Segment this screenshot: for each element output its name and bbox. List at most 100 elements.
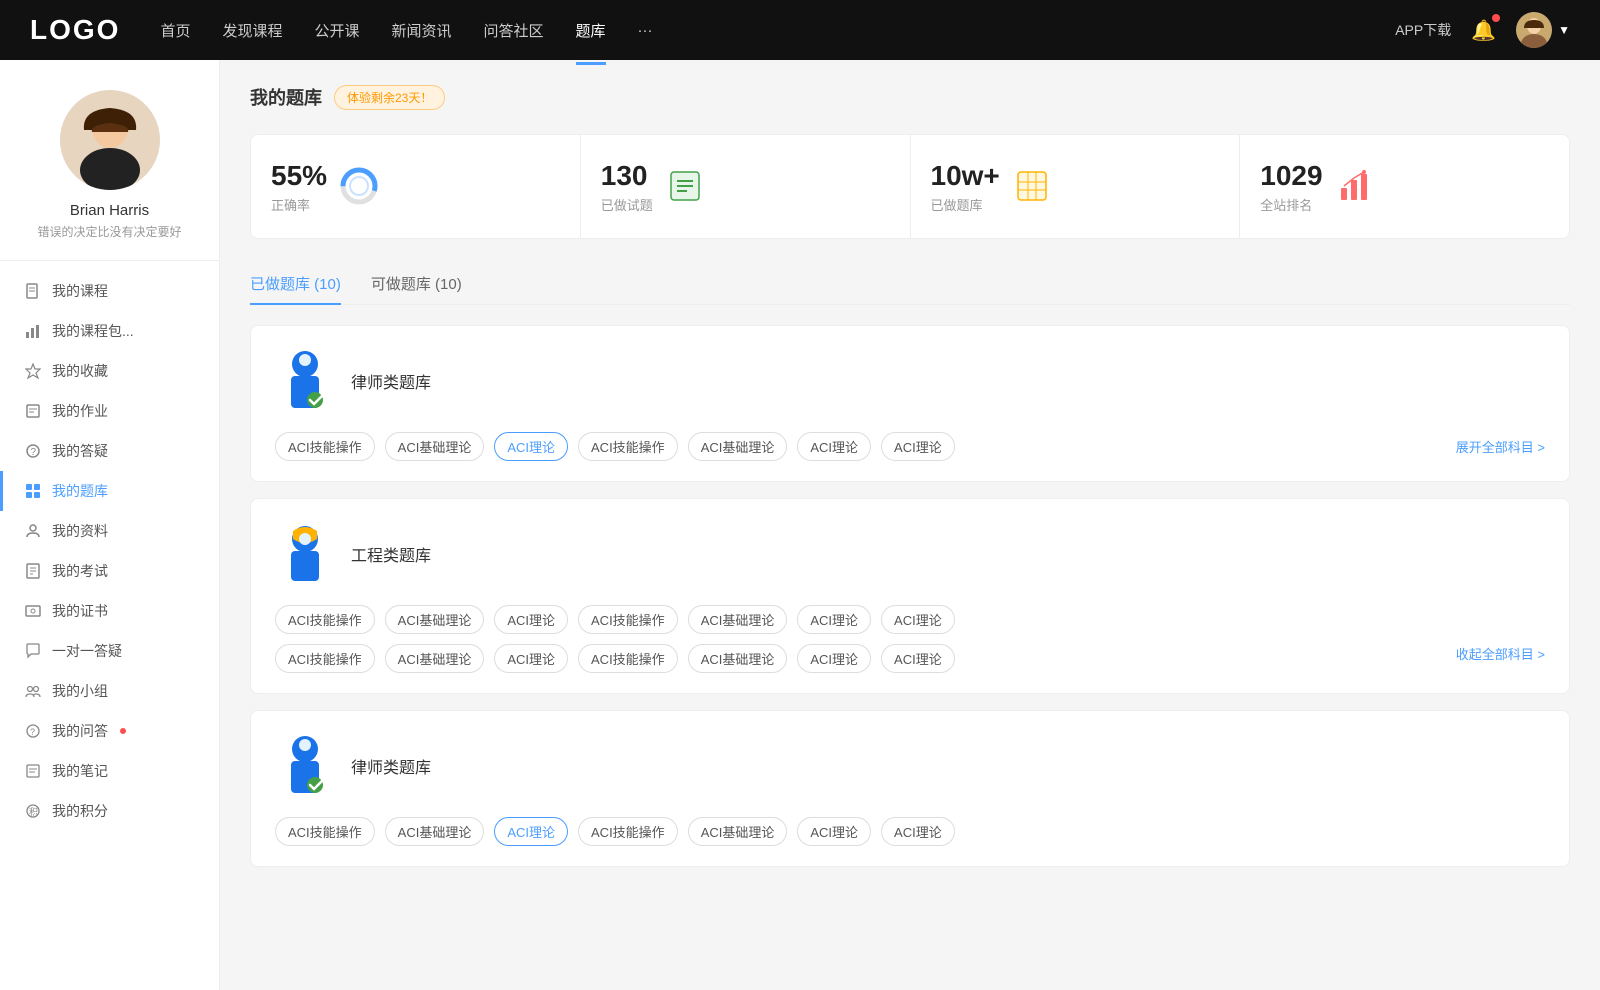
sidebar-item-group[interactable]: 我的小组 bbox=[0, 671, 219, 711]
stats-row: 55% 正确率 130 已做试题 bbox=[250, 134, 1570, 239]
sidebar-item-exam[interactable]: 我的考试 bbox=[0, 551, 219, 591]
sidebar-item-homework[interactable]: 我的作业 bbox=[0, 391, 219, 431]
sidebar-item-favorites[interactable]: 我的收藏 bbox=[0, 351, 219, 391]
tag-aci-theory3[interactable]: ACI理论 bbox=[881, 432, 955, 461]
stat-rank-label: 全站排名 bbox=[1260, 195, 1322, 214]
eng-tag-6[interactable]: ACI理论 bbox=[797, 605, 871, 634]
l2-tag-4[interactable]: ACI技能操作 bbox=[578, 817, 678, 846]
qa-dot-badge bbox=[120, 728, 126, 734]
cert-icon bbox=[24, 602, 42, 620]
sidebar-item-notes[interactable]: 我的笔记 bbox=[0, 751, 219, 791]
page-title: 我的题库 bbox=[250, 84, 322, 110]
collapse-link-engineer[interactable]: 收起全部科目 > bbox=[1456, 644, 1545, 673]
tags-row-engineer-1: ACI技能操作 ACI基础理论 ACI理论 ACI技能操作 ACI基础理论 AC… bbox=[275, 605, 1545, 634]
navbar-right: APP下载 🔔 ▼ bbox=[1395, 12, 1570, 48]
stat-accuracy-label: 正确率 bbox=[271, 195, 327, 214]
stat-accuracy-value: 55% bbox=[271, 159, 327, 193]
l2-tag-3-active[interactable]: ACI理论 bbox=[494, 817, 568, 846]
stat-rank-value: 1029 bbox=[1260, 159, 1322, 193]
file-icon bbox=[24, 282, 42, 300]
eng-tag-3[interactable]: ACI理论 bbox=[494, 605, 568, 634]
nav-qa[interactable]: 问答社区 bbox=[484, 16, 544, 45]
eng-tag-r2-6[interactable]: ACI理论 bbox=[797, 644, 871, 673]
profile-name: Brian Harris bbox=[70, 202, 149, 219]
bar-icon bbox=[1335, 166, 1375, 206]
note-icon bbox=[24, 762, 42, 780]
tags-row-lawyer-2: ACI技能操作 ACI基础理论 ACI理论 ACI技能操作 ACI基础理论 AC… bbox=[275, 817, 1545, 846]
l2-tag-7[interactable]: ACI理论 bbox=[881, 817, 955, 846]
chart-icon bbox=[24, 322, 42, 340]
sidebar-profile: Brian Harris 错误的决定比没有决定要好 bbox=[0, 90, 219, 261]
eng-tag-r2-2[interactable]: ACI基础理论 bbox=[385, 644, 485, 673]
main-content: 我的题库 体验剩余23天！ 55% 正确率 bbox=[220, 60, 1600, 990]
stat-accuracy: 55% 正确率 bbox=[251, 135, 581, 238]
engineer-icon bbox=[275, 519, 335, 589]
sidebar-item-question-bank[interactable]: 我的题库 bbox=[0, 471, 219, 511]
bank-card-lawyer-2: 律师类题库 ACI技能操作 ACI基础理论 ACI理论 ACI技能操作 ACI基… bbox=[250, 710, 1570, 867]
sidebar-item-tutoring[interactable]: 一对一答疑 bbox=[0, 631, 219, 671]
user-avatar-menu[interactable]: ▼ bbox=[1516, 12, 1570, 48]
nav-courses[interactable]: 发现课程 bbox=[222, 16, 282, 45]
sidebar-item-qa[interactable]: ? 我的答疑 bbox=[0, 431, 219, 471]
svg-text:?: ? bbox=[30, 727, 35, 737]
stat-banks-label: 已做题库 bbox=[931, 195, 1000, 214]
profile-avatar bbox=[60, 90, 160, 190]
l2-tag-1[interactable]: ACI技能操作 bbox=[275, 817, 375, 846]
tag-aci-basic-theory2[interactable]: ACI基础理论 bbox=[688, 432, 788, 461]
bank-card-engineer: 工程类题库 ACI技能操作 ACI基础理论 ACI理论 ACI技能操作 ACI基… bbox=[250, 498, 1570, 694]
sheet-icon bbox=[1012, 166, 1052, 206]
eng-tag-5[interactable]: ACI基础理论 bbox=[688, 605, 788, 634]
eng-tag-r2-7[interactable]: ACI理论 bbox=[881, 644, 955, 673]
eng-tag-r2-1[interactable]: ACI技能操作 bbox=[275, 644, 375, 673]
sidebar-item-my-courses[interactable]: 我的课程 bbox=[0, 271, 219, 311]
stat-questions-done: 130 已做试题 bbox=[581, 135, 911, 238]
tag-aci-theory2[interactable]: ACI理论 bbox=[797, 432, 871, 461]
eng-tag-1[interactable]: ACI技能操作 bbox=[275, 605, 375, 634]
sidebar-item-certificate[interactable]: 我的证书 bbox=[0, 591, 219, 631]
tab-available-banks[interactable]: 可做题库 (10) bbox=[371, 263, 462, 304]
sidebar-item-profile[interactable]: 我的资料 bbox=[0, 511, 219, 551]
l2-tag-2[interactable]: ACI基础理论 bbox=[385, 817, 485, 846]
bank-name-lawyer-2: 律师类题库 bbox=[351, 754, 431, 778]
nav-news[interactable]: 新闻资讯 bbox=[392, 16, 452, 45]
group-icon bbox=[24, 682, 42, 700]
tag-aci-skill-op[interactable]: ACI技能操作 bbox=[275, 432, 375, 461]
eng-tag-r2-4[interactable]: ACI技能操作 bbox=[578, 644, 678, 673]
nav-home[interactable]: 首页 bbox=[160, 16, 190, 45]
nav-bank[interactable]: 题库 bbox=[576, 16, 606, 45]
star-icon bbox=[24, 362, 42, 380]
notification-badge bbox=[1492, 14, 1500, 22]
list-icon bbox=[665, 166, 705, 206]
l2-tag-6[interactable]: ACI理论 bbox=[797, 817, 871, 846]
eng-tag-r2-5[interactable]: ACI基础理论 bbox=[688, 644, 788, 673]
app-download-button[interactable]: APP下载 bbox=[1395, 20, 1451, 40]
page-header: 我的题库 体验剩余23天！ bbox=[250, 84, 1570, 110]
sidebar-item-points[interactable]: 积 我的积分 bbox=[0, 791, 219, 831]
tag-aci-basic-theory[interactable]: ACI基础理论 bbox=[385, 432, 485, 461]
eng-tag-4[interactable]: ACI技能操作 bbox=[578, 605, 678, 634]
stat-questions-value: 130 bbox=[601, 159, 653, 193]
l2-tag-5[interactable]: ACI基础理论 bbox=[688, 817, 788, 846]
sidebar-item-my-qa[interactable]: ? 我的问答 bbox=[0, 711, 219, 751]
tab-done-banks[interactable]: 已做题库 (10) bbox=[250, 263, 341, 304]
tags-row-engineer-2: ACI技能操作 ACI基础理论 ACI理论 ACI技能操作 ACI基础理论 AC… bbox=[275, 644, 1545, 673]
tag-aci-theory-active[interactable]: ACI理论 bbox=[494, 432, 568, 461]
eng-tag-r2-3[interactable]: ACI理论 bbox=[494, 644, 568, 673]
stat-banks-value: 10w+ bbox=[931, 159, 1000, 193]
sidebar-item-course-package[interactable]: 我的课程包... bbox=[0, 311, 219, 351]
tags-row-lawyer: ACI技能操作 ACI基础理论 ACI理论 ACI技能操作 ACI基础理论 AC… bbox=[275, 432, 1545, 461]
nav-more[interactable]: ··· bbox=[638, 18, 653, 43]
eng-tag-7[interactable]: ACI理论 bbox=[881, 605, 955, 634]
page-layout: Brian Harris 错误的决定比没有决定要好 我的课程 bbox=[0, 60, 1600, 990]
homework-icon bbox=[24, 402, 42, 420]
avatar bbox=[1516, 12, 1552, 48]
expand-link-lawyer[interactable]: 展开全部科目 > bbox=[1456, 437, 1545, 456]
nav-open-course[interactable]: 公开课 bbox=[314, 16, 359, 45]
profile-motto: 错误的决定比没有决定要好 bbox=[37, 223, 181, 240]
tab-bar: 已做题库 (10) 可做题库 (10) bbox=[250, 263, 1570, 305]
eng-tag-2[interactable]: ACI基础理论 bbox=[385, 605, 485, 634]
tag-aci-skill-op2[interactable]: ACI技能操作 bbox=[578, 432, 678, 461]
svg-text:积: 积 bbox=[29, 806, 38, 817]
notification-icon[interactable]: 🔔 bbox=[1471, 18, 1496, 43]
stat-rank: 1029 全站排名 bbox=[1240, 135, 1569, 238]
